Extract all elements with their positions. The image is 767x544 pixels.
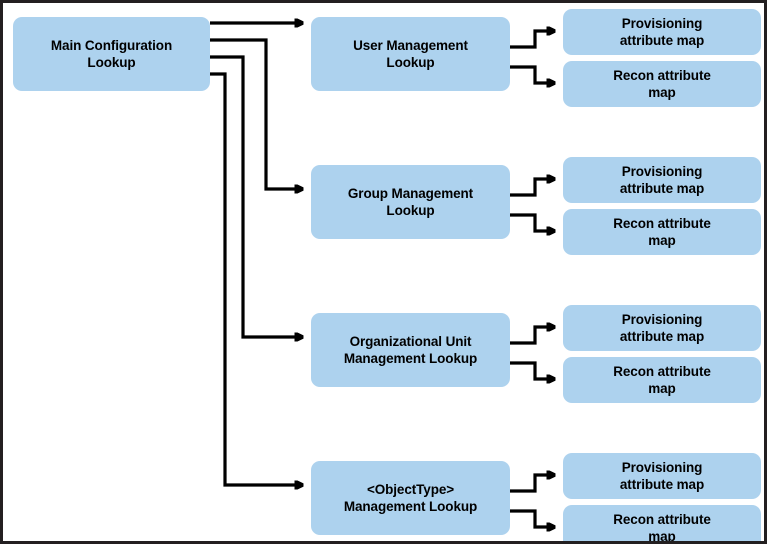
node-label: Provisioning attribute map xyxy=(619,163,705,196)
node-row1-recon-attribute-map[interactable]: Recon attribute map xyxy=(563,61,761,107)
connector-row1-to-recon xyxy=(510,65,555,83)
node-label: <ObjectType> Management Lookup xyxy=(343,481,478,514)
connector-root-to-row3 xyxy=(210,55,303,337)
node-label: Main Configuration Lookup xyxy=(50,37,173,70)
connector-row2-to-recon xyxy=(510,213,555,231)
node-row3-recon-attribute-map[interactable]: Recon attribute map xyxy=(563,357,761,403)
connector-row1-to-provisioning xyxy=(510,31,555,49)
node-label: Recon attribute map xyxy=(613,215,711,248)
node-label: Group Management Lookup xyxy=(347,185,474,218)
node-label: Recon attribute map xyxy=(613,511,711,544)
node-group-management-lookup[interactable]: Group Management Lookup xyxy=(311,165,510,239)
connector-root-to-row4 xyxy=(210,72,303,485)
node-organizational-unit-management-lookup[interactable]: Organizational Unit Management Lookup xyxy=(311,313,510,387)
node-label: User Management Lookup xyxy=(353,37,468,70)
node-row4-recon-attribute-map[interactable]: Recon attribute map xyxy=(563,505,761,544)
node-objecttype-management-lookup[interactable]: <ObjectType> Management Lookup xyxy=(311,461,510,535)
node-label: Recon attribute map xyxy=(613,363,711,396)
connector-row3-to-recon xyxy=(510,361,555,379)
node-label: Recon attribute map xyxy=(613,67,711,100)
node-label: Provisioning attribute map xyxy=(619,311,705,344)
connector-row3-to-provisioning xyxy=(510,327,555,345)
node-row2-recon-attribute-map[interactable]: Recon attribute map xyxy=(563,209,761,255)
node-label: Provisioning attribute map xyxy=(619,15,705,48)
node-row3-provisioning-attribute-map[interactable]: Provisioning attribute map xyxy=(563,305,761,351)
node-main-configuration-lookup[interactable]: Main Configuration Lookup xyxy=(13,17,210,91)
connector-row4-to-recon xyxy=(510,509,555,527)
node-row2-provisioning-attribute-map[interactable]: Provisioning attribute map xyxy=(563,157,761,203)
node-user-management-lookup[interactable]: User Management Lookup xyxy=(311,17,510,91)
connector-row4-to-provisioning xyxy=(510,475,555,493)
node-row1-provisioning-attribute-map[interactable]: Provisioning attribute map xyxy=(563,9,761,55)
diagram-canvas: Main Configuration Lookup User Management… xyxy=(0,0,767,544)
connector-row2-to-provisioning xyxy=(510,179,555,197)
node-label: Provisioning attribute map xyxy=(619,459,705,492)
connector-root-to-row2 xyxy=(210,38,303,189)
node-label: Organizational Unit Management Lookup xyxy=(343,333,478,366)
node-row4-provisioning-attribute-map[interactable]: Provisioning attribute map xyxy=(563,453,761,499)
